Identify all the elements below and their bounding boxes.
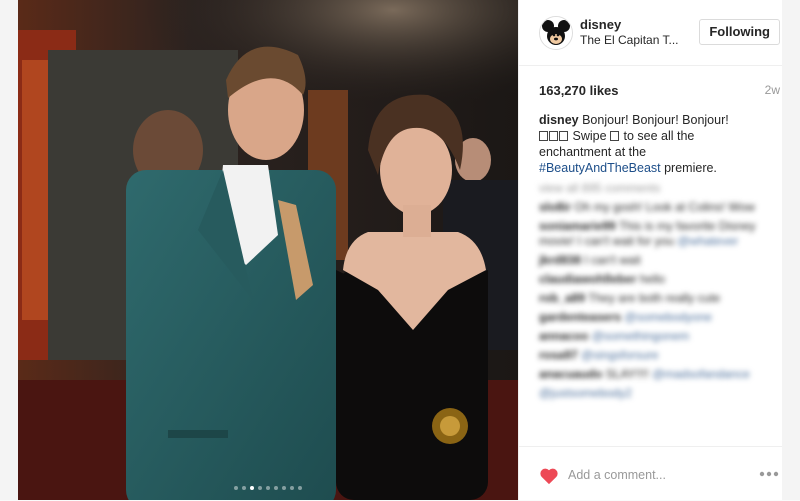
add-comment-input[interactable]: Add a comment... — [568, 468, 666, 482]
comment-item: anacuaudo SLAY!!!! @madsofandance — [539, 367, 779, 382]
comment-username[interactable]: annacoo — [539, 329, 588, 343]
comment-item: view all 895 comments — [539, 181, 779, 196]
following-button[interactable]: Following — [699, 19, 780, 45]
more-options-icon[interactable] — [758, 469, 780, 479]
comment-item: @justsomebody2 — [539, 386, 779, 401]
comment-text[interactable]: view all 895 comments — [539, 181, 660, 195]
comment-username[interactable]: soniamarie99 — [539, 219, 616, 233]
carousel-dot[interactable] — [266, 486, 270, 490]
comment-username[interactable]: jkrd838 — [539, 253, 581, 267]
carousel-dot[interactable] — [258, 486, 262, 490]
caption-text-4: premiere. — [664, 161, 717, 175]
caption-text-2: Swipe — [572, 129, 607, 143]
carousel-dot[interactable] — [282, 486, 286, 490]
comment-mention[interactable]: @justsomebody2 — [539, 386, 632, 400]
emoji-placeholder-icon — [610, 131, 620, 141]
comment-text: hello — [639, 272, 666, 286]
comment-text: I can't wait — [584, 253, 641, 267]
carousel-dots — [18, 486, 518, 490]
comment-mention[interactable]: @whatever — [677, 234, 738, 248]
carousel-dot[interactable] — [274, 486, 278, 490]
carousel-dot[interactable] — [242, 486, 246, 490]
comment-item: rosa97 @singsforsure — [539, 348, 779, 363]
post-header: disney The El Capitan T... Following — [519, 0, 783, 66]
comment-username[interactable]: claudiawohlleber — [539, 272, 636, 286]
caption-username[interactable]: disney — [539, 113, 579, 127]
post-modal: disney The El Capitan T... Following 163… — [0, 0, 800, 500]
comment-username[interactable]: rob_a89 — [539, 291, 585, 305]
comment-mention[interactable]: @somebodyone — [624, 310, 712, 324]
comment-item: slo8ir Oh my gosh! Look at Colins! Wow — [539, 200, 779, 215]
comment-mention[interactable]: @singsforsure — [581, 348, 659, 362]
post-username[interactable]: disney — [580, 17, 621, 32]
post-caption: disney Bonjour! Bonjour! Bonjour! Swipe … — [539, 112, 739, 176]
comment-item: rob_a89 They are both really cute — [539, 291, 779, 306]
backdrop-right — [782, 0, 800, 500]
comment-text: They are both really cute — [588, 291, 721, 305]
carousel-dot[interactable] — [298, 486, 302, 490]
comment-bar: Add a comment... — [519, 446, 783, 501]
carousel-dot[interactable] — [234, 486, 238, 490]
comment-username[interactable]: slo8ir — [539, 200, 571, 214]
emoji-placeholder-icon — [539, 131, 548, 141]
carousel-dot[interactable] — [250, 486, 254, 490]
mickey-avatar-icon[interactable] — [539, 16, 573, 50]
comment-text: SLAY!!!! — [605, 367, 649, 381]
comment-mention[interactable]: @madsofandance — [652, 367, 750, 381]
likes-count[interactable]: 163,270 likes — [539, 83, 619, 98]
caption-hashtag[interactable]: #BeautyAndTheBeast — [539, 161, 661, 175]
comments-list: view all 895 comments slo8ir Oh my gosh!… — [539, 181, 779, 405]
comment-item: soniamarie99 This is my favorite Disney … — [539, 219, 779, 249]
comment-item: claudiawohlleber hello — [539, 272, 779, 287]
comment-item: gardenteasers @somebodyone — [539, 310, 779, 325]
caption-text-1: Bonjour! Bonjour! Bonjour! — [582, 113, 729, 127]
heart-icon[interactable] — [539, 467, 559, 485]
comment-item: jkrd838 I can't wait — [539, 253, 779, 268]
comment-username[interactable]: gardenteasers — [539, 310, 621, 324]
post-age: 2w — [764, 83, 780, 97]
post-photo[interactable] — [18, 0, 518, 500]
carousel-dot[interactable] — [290, 486, 294, 490]
comment-text: Oh my gosh! Look at Colins! Wow — [574, 200, 755, 214]
post-details-panel: disney The El Capitan T... Following 163… — [518, 0, 783, 500]
post-location[interactable]: The El Capitan T... — [580, 33, 679, 47]
comment-item: annacoo @somethingonem — [539, 329, 779, 344]
comment-username[interactable]: anacuaudo — [539, 367, 602, 381]
emoji-placeholder-icon — [549, 131, 558, 141]
comment-username[interactable]: rosa97 — [539, 348, 578, 362]
premiere-photo — [18, 0, 518, 500]
emoji-placeholder-icon — [559, 131, 568, 141]
backdrop-left — [0, 0, 18, 500]
comment-mention[interactable]: @somethingonem — [592, 329, 690, 343]
